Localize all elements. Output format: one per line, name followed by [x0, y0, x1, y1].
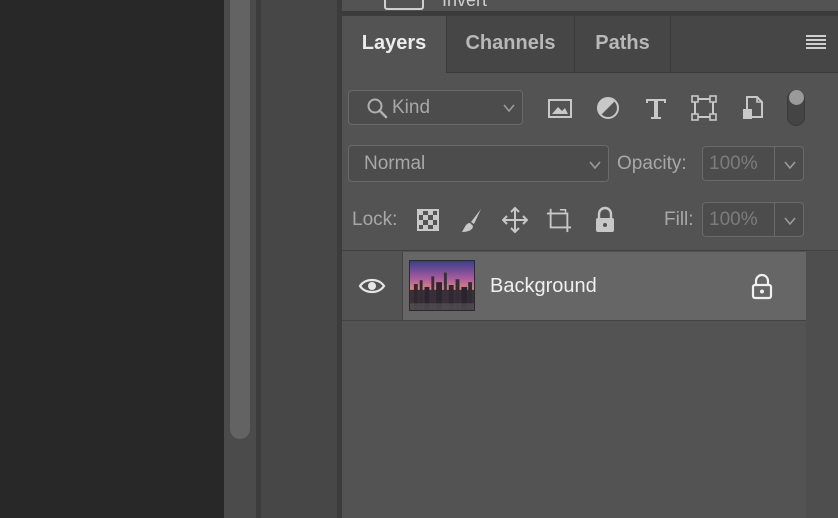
lock-position-icon[interactable]: [502, 205, 528, 235]
filter-toggle-knob[interactable]: [789, 90, 804, 105]
chevron-down-icon: [589, 161, 601, 170]
panel-menu-icon[interactable]: [806, 35, 826, 51]
lock-all-icon[interactable]: [592, 205, 618, 235]
smart-object-filter-icon[interactable]: [740, 94, 766, 122]
chevron-down-icon[interactable]: [783, 214, 797, 228]
lock-image-pixels-icon[interactable]: [459, 205, 485, 235]
layer-thumbnail[interactable]: [409, 260, 475, 311]
opacity-value[interactable]: 100%: [709, 153, 758, 175]
vertical-scrollbar-thumb[interactable]: [230, 0, 250, 439]
opacity-label: Opacity:: [617, 153, 687, 174]
blend-mode-value: Normal: [364, 153, 426, 174]
layer-list-empty-area: [342, 321, 806, 518]
adjustment-layer-filter-icon[interactable]: [595, 94, 621, 122]
eye-icon[interactable]: [358, 276, 386, 296]
tab-channels[interactable]: Channels: [447, 16, 575, 72]
layer-name[interactable]: Background: [490, 275, 597, 298]
lock-label: Lock:: [352, 209, 398, 230]
type-layer-filter-icon[interactable]: [643, 94, 669, 122]
previous-panel-label: Invert: [442, 0, 488, 10]
layer-list-scrollbar[interactable]: [806, 252, 838, 518]
field-separator: [774, 203, 775, 236]
lock-icon[interactable]: [750, 273, 774, 300]
lock-transparent-pixels-icon[interactable]: [415, 205, 441, 235]
invert-adjustment-icon: [384, 0, 424, 10]
collapsed-panel-dock: [261, 0, 337, 518]
pixel-layer-filter-icon[interactable]: [547, 94, 573, 122]
chevron-down-icon: [503, 104, 515, 113]
search-icon: [367, 98, 388, 119]
chevron-down-icon[interactable]: [783, 158, 797, 172]
fill-label: Fill:: [664, 209, 694, 230]
tab-layers[interactable]: Layers: [342, 16, 447, 73]
filter-kind-label: Kind: [392, 97, 431, 118]
fill-value[interactable]: 100%: [709, 209, 758, 231]
canvas-area: [0, 0, 224, 518]
list-divider: [342, 250, 838, 251]
tab-paths[interactable]: Paths: [575, 16, 671, 72]
lock-artboard-icon[interactable]: [546, 205, 572, 235]
shape-layer-filter-icon[interactable]: [691, 94, 717, 122]
field-separator: [774, 147, 775, 180]
